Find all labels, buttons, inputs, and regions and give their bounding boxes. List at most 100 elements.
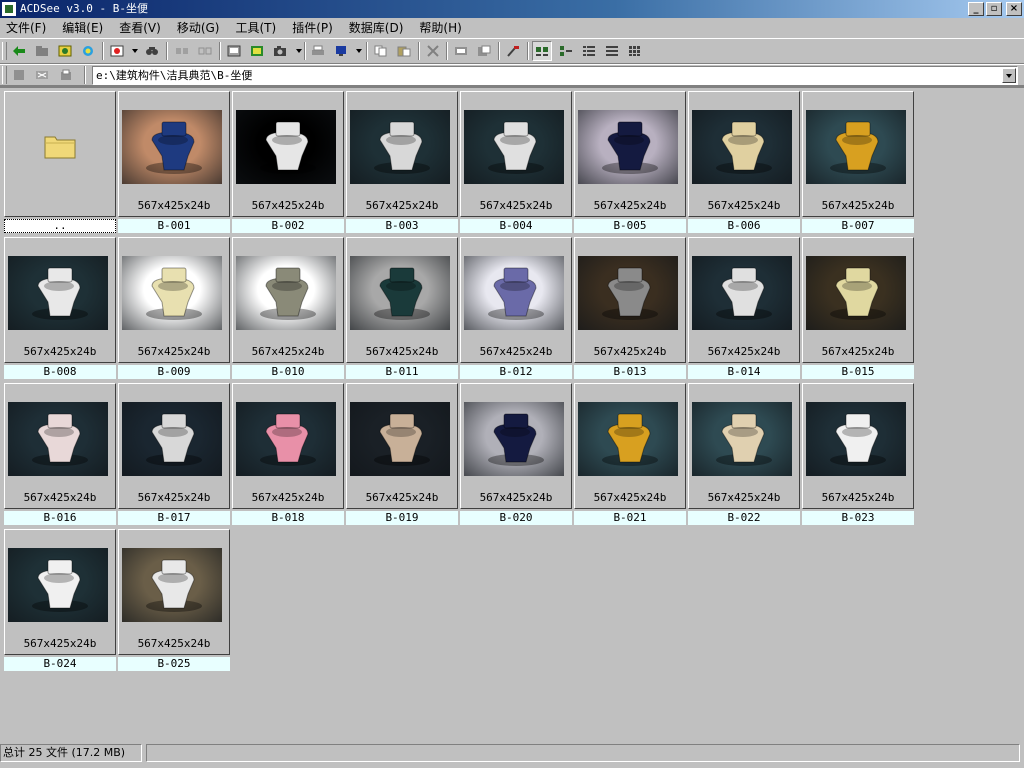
thumbnail-label: B-016 — [4, 511, 116, 525]
list-view-button[interactable] — [579, 41, 599, 61]
toolbar-separator — [498, 42, 500, 60]
thumbnail-item[interactable]: 567x425x24b B-019 — [346, 383, 458, 525]
thumbnail-item[interactable]: 567x425x24b B-018 — [232, 383, 344, 525]
thumbnail-image — [350, 110, 450, 184]
thumbnails-view-button[interactable] — [625, 41, 645, 61]
thumbnail-item[interactable]: 567x425x24b B-023 — [802, 383, 914, 525]
up-folder-icon — [61, 69, 71, 80]
thumbnail-item[interactable]: 567x425x24b B-021 — [574, 383, 686, 525]
thumbnail-item[interactable]: 567x425x24b B-003 — [346, 91, 458, 233]
stop-button[interactable] — [9, 65, 29, 85]
thumbnail-item[interactable]: 567x425x24b B-022 — [688, 383, 800, 525]
thumbnail-item[interactable]: 567x425x24b B-011 — [346, 237, 458, 379]
parent-folder-item[interactable]: .. — [4, 91, 116, 233]
small-icons-view-button[interactable] — [556, 41, 576, 61]
menu-database[interactable]: 数据库(D) — [341, 18, 412, 38]
thumbnail-label: B-003 — [346, 219, 458, 233]
thumbnail-info: 567x425x24b — [251, 199, 325, 212]
wallpaper-icon — [336, 46, 346, 56]
tools-button[interactable] — [503, 41, 523, 61]
thumbnail-item[interactable]: 567x425x24b B-025 — [118, 529, 230, 671]
browse-button[interactable] — [32, 41, 52, 61]
close-button[interactable]: × — [1006, 2, 1022, 16]
minimize-button[interactable]: _ — [968, 2, 984, 16]
thumbnail-item[interactable]: 567x425x24b B-013 — [574, 237, 686, 379]
toolbar-grip[interactable] — [2, 42, 7, 60]
favorites-dropdown-arrow[interactable] — [132, 49, 138, 53]
move-to-button[interactable] — [195, 41, 215, 61]
camera-button[interactable] — [270, 41, 290, 61]
thumbnail-item[interactable]: 567x425x24b B-004 — [460, 91, 572, 233]
details-view-button[interactable] — [602, 41, 622, 61]
thumbnail-image — [578, 402, 678, 476]
menu-help[interactable]: 帮助(H) — [411, 18, 469, 38]
thumbnail-item[interactable]: 567x425x24b B-015 — [802, 237, 914, 379]
print-button[interactable] — [308, 41, 328, 61]
thumbnail-info: 567x425x24b — [479, 345, 553, 358]
address-dropdown-button[interactable] — [1002, 68, 1016, 83]
thumbnail-item[interactable]: 567x425x24b B-007 — [802, 91, 914, 233]
thumbnail-image — [692, 402, 792, 476]
thumbnail-image — [236, 256, 336, 330]
thumbnail-item[interactable]: 567x425x24b B-024 — [4, 529, 116, 671]
app-icon[interactable] — [2, 2, 16, 16]
menu-tools[interactable]: 工具(T) — [227, 18, 284, 38]
thumbnail-image — [122, 110, 222, 184]
menu-file[interactable]: 文件(F) — [0, 18, 54, 38]
maximize-button[interactable]: ▫ — [986, 2, 1002, 16]
slideshow-button[interactable] — [247, 41, 267, 61]
thumbnail-item[interactable]: 567x425x24b B-020 — [460, 383, 572, 525]
wallpaper-button[interactable] — [331, 41, 351, 61]
find-button[interactable] — [142, 41, 162, 61]
address-grip[interactable] — [2, 66, 7, 84]
properties-button[interactable] — [474, 41, 494, 61]
back-button[interactable] — [9, 41, 29, 61]
delete-icon — [427, 45, 439, 57]
large-icons-view-button[interactable] — [532, 41, 552, 61]
thumbnail-area[interactable]: .. 567x425x24b B-001 567x425x24b B-002 567x4… — [0, 86, 1024, 742]
view-icon — [58, 45, 72, 57]
thumbnail-info: 567x425x24b — [137, 345, 211, 358]
acquire-button[interactable] — [224, 41, 244, 61]
toolbar-separator — [366, 42, 368, 60]
delete-button[interactable] — [423, 41, 443, 61]
address-field[interactable]: e:\建筑构件\洁具典范\B-坐便 — [92, 66, 1018, 85]
refresh-button[interactable] — [78, 41, 98, 61]
thumbnail-item[interactable]: 567x425x24b B-002 — [232, 91, 344, 233]
toilet-icon — [488, 121, 544, 174]
favorites-button[interactable] — [107, 41, 127, 61]
paste-button[interactable] — [394, 41, 414, 61]
menu-plugins[interactable]: 插件(P) — [284, 18, 341, 38]
thumbnail-info: 567x425x24b — [593, 491, 667, 504]
thumbnail-info: 567x425x24b — [707, 199, 781, 212]
thumbnail-item[interactable]: 567x425x24b B-001 — [118, 91, 230, 233]
menu-go[interactable]: 移动(G) — [169, 18, 228, 38]
camera-dropdown-arrow[interactable] — [296, 49, 302, 53]
wallpaper-dropdown-arrow[interactable] — [356, 49, 362, 53]
thumbnail-info: 567x425x24b — [821, 345, 895, 358]
thumbnail-item[interactable]: 567x425x24b B-014 — [688, 237, 800, 379]
thumbnail-item[interactable]: 567x425x24b B-006 — [688, 91, 800, 233]
copy-button[interactable] — [371, 41, 391, 61]
copy-to-icon — [176, 48, 188, 54]
thumbnail-item[interactable]: 567x425x24b B-010 — [232, 237, 344, 379]
thumbnail-item[interactable]: 567x425x24b B-017 — [118, 383, 230, 525]
thumbnail-item[interactable]: 567x425x24b B-012 — [460, 237, 572, 379]
thumbnail-info: 567x425x24b — [365, 345, 439, 358]
menu-edit[interactable]: 编辑(E) — [54, 18, 111, 38]
explorer-button[interactable] — [32, 65, 52, 85]
thumbnail-item[interactable]: 567x425x24b B-016 — [4, 383, 116, 525]
thumbnail-image — [350, 256, 450, 330]
address-path[interactable]: e:\建筑构件\洁具典范\B-坐便 — [96, 68, 252, 83]
copy-to-button[interactable] — [172, 41, 192, 61]
menu-view[interactable]: 查看(V) — [111, 18, 169, 38]
title-bar: ACDSee v3.0 - B-坐便 _ ▫ × — [0, 0, 1024, 18]
thumbnail-item[interactable]: 567x425x24b B-005 — [574, 91, 686, 233]
toilet-icon — [32, 413, 88, 466]
view-button[interactable] — [55, 41, 75, 61]
paste-icon — [397, 46, 411, 57]
thumbnail-item[interactable]: 567x425x24b B-008 — [4, 237, 116, 379]
thumbnail-item[interactable]: 567x425x24b B-009 — [118, 237, 230, 379]
up-folder-button[interactable] — [56, 65, 76, 85]
rename-button[interactable] — [451, 41, 471, 61]
